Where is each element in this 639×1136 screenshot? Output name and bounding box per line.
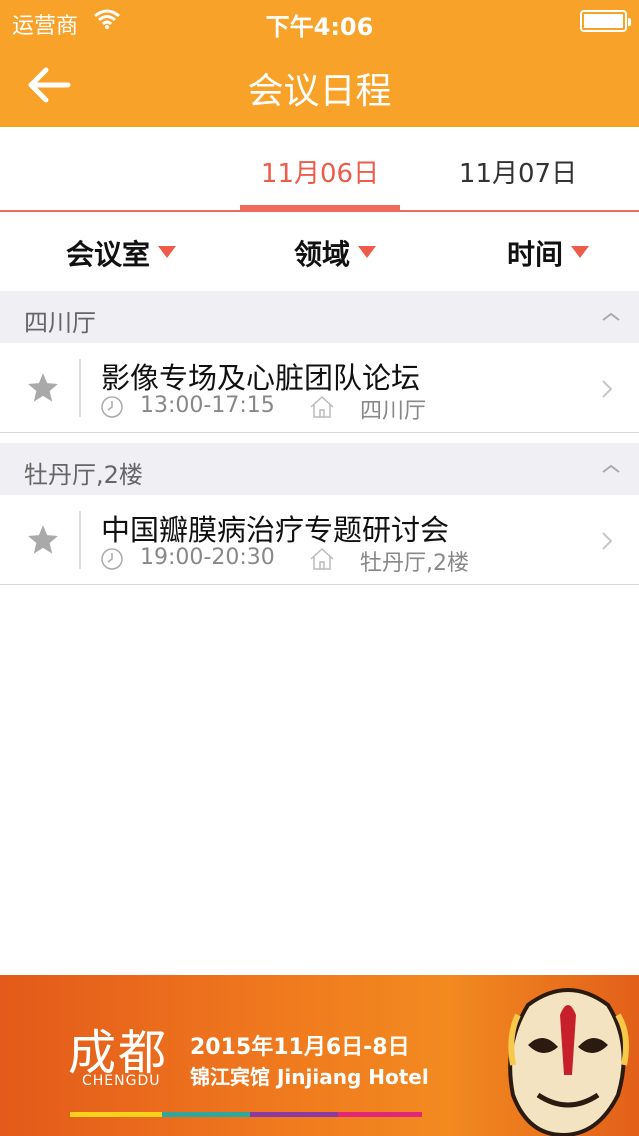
group-title: 四川厅: [24, 309, 96, 337]
event-banner[interactable]: 成都 CHENGDU 2015年11月6日-8日 锦江宾馆 Jinjiang H…: [0, 975, 639, 1136]
star-icon[interactable]: [26, 523, 60, 557]
banner-date: 2015年11月6日-8日: [190, 1035, 410, 1060]
status-bar: 运营商 下午4:06: [0, 0, 639, 42]
divider: [79, 511, 81, 569]
collapse-icon: [601, 307, 621, 326]
home-icon: [309, 395, 335, 419]
dropdown-triangle-icon: [358, 246, 377, 258]
active-tab-indicator: [240, 205, 400, 211]
chevron-right-icon: [601, 379, 613, 399]
collapse-icon: [601, 459, 621, 478]
dropdown-triangle-icon: [571, 246, 590, 258]
opera-mask-icon: [498, 985, 639, 1136]
session-title: 影像专场及心脏团队论坛: [101, 361, 421, 395]
dropdown-triangle-icon: [158, 246, 177, 258]
session-title: 中国瓣膜病治疗专题研讨会: [101, 513, 450, 547]
filter-room[interactable]: 会议室: [66, 233, 177, 273]
session-room: 四川厅: [360, 399, 427, 424]
divider: [79, 359, 81, 417]
battery-icon: [580, 10, 631, 32]
tab-date-2[interactable]: 11月07日: [438, 153, 598, 190]
group-header[interactable]: 四川厅: [0, 291, 639, 343]
page-title: 会议日程: [247, 71, 392, 112]
color-stripe: [338, 1112, 422, 1117]
clock-icon: [100, 395, 124, 419]
chevron-right-icon: [601, 531, 613, 551]
date-tabs: 11月06日 11月07日: [0, 127, 639, 212]
color-stripe: [250, 1112, 338, 1117]
list-item[interactable]: 中国瓣膜病治疗专题研讨会 19:00-20:30 牡丹厅,2楼: [0, 495, 639, 585]
session-room: 牡丹厅,2楼: [360, 551, 469, 576]
filter-field[interactable]: 领域: [294, 233, 377, 273]
filter-room-label: 会议室: [66, 238, 151, 271]
star-icon[interactable]: [26, 371, 60, 405]
filter-field-label: 领域: [294, 238, 351, 271]
clock-icon: [100, 547, 124, 571]
session-time: 13:00-17:15: [140, 393, 275, 418]
filter-time-label: 时间: [507, 238, 564, 271]
filter-time[interactable]: 时间: [507, 233, 590, 273]
color-stripe: [70, 1112, 162, 1117]
tab-date-1[interactable]: 11月06日: [240, 153, 400, 190]
navigation-bar: 运营商 下午4:06 会议日程: [0, 0, 639, 127]
chengdu-logo-subtitle: CHENGDU: [82, 1073, 161, 1089]
banner-hotel: 锦江宾馆 Jinjiang Hotel: [190, 1065, 429, 1089]
session-time: 19:00-20:30: [140, 545, 275, 570]
color-stripe: [162, 1112, 250, 1117]
list-item[interactable]: 影像专场及心脏团队论坛 13:00-17:15 四川厅: [0, 343, 639, 433]
filter-bar: 会议室 领域 时间: [0, 213, 639, 291]
status-time: 下午4:06: [265, 13, 374, 41]
group-title: 牡丹厅,2楼: [24, 461, 143, 489]
group-header[interactable]: 牡丹厅,2楼: [0, 443, 639, 495]
home-icon: [309, 547, 335, 571]
